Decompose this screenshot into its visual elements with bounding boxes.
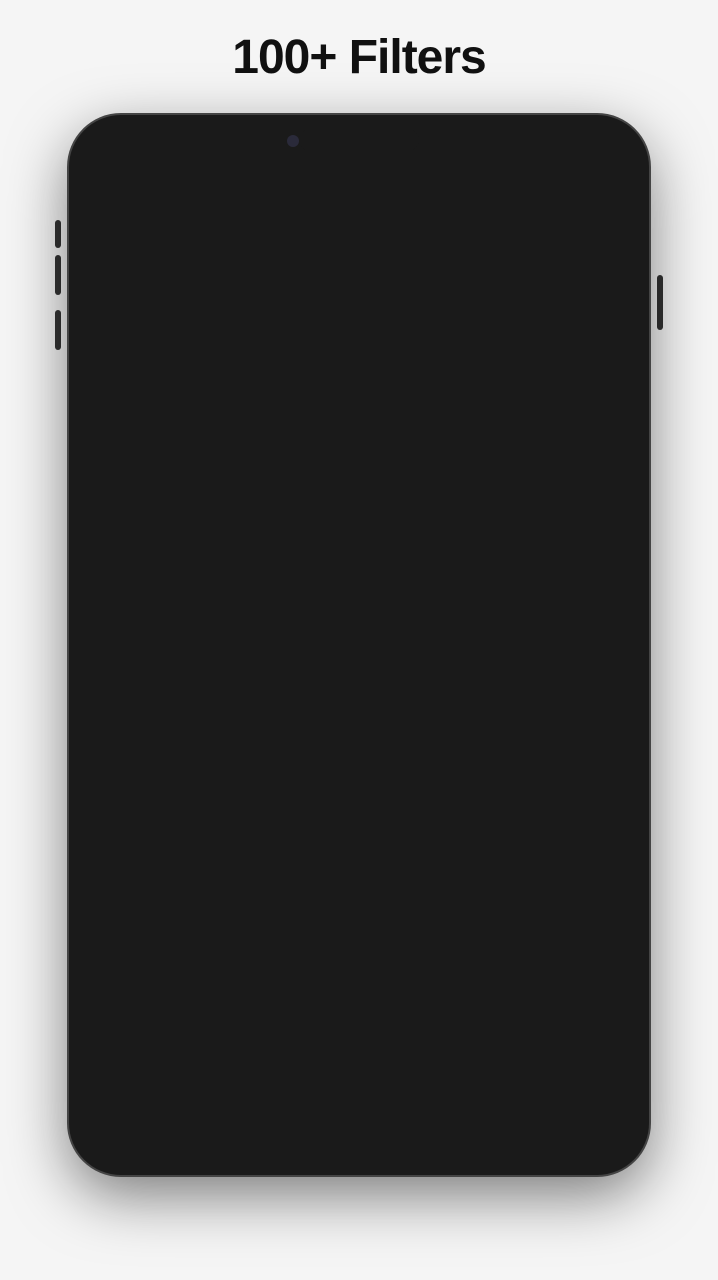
tool-shadow[interactable]: S Shad bbox=[593, 959, 637, 1026]
phone-mockup: Brightness Contrast bbox=[69, 115, 649, 1175]
filter-original[interactable]: Original bbox=[87, 1034, 183, 1149]
filter-bright-label: Bright bbox=[217, 1134, 251, 1149]
warmth-label: Warmth bbox=[276, 1007, 321, 1022]
filters-row: Original bbox=[81, 1026, 637, 1155]
phone-screen: Brightness Contrast bbox=[81, 127, 637, 1163]
svg-text:S: S bbox=[636, 977, 637, 991]
power-button bbox=[657, 275, 663, 330]
fade-label: Fade bbox=[452, 1007, 482, 1022]
filter-original-label: Original bbox=[113, 1134, 158, 1149]
warmth-icon bbox=[279, 963, 319, 1003]
filter-story-label: Story bbox=[318, 1134, 348, 1149]
filter-bright-thumb bbox=[186, 1034, 282, 1130]
filter-dark-label: Dark bbox=[418, 1134, 445, 1149]
shadow-label: Shad bbox=[620, 1007, 637, 1022]
shadow-icon: S bbox=[615, 963, 637, 1003]
mute-button bbox=[55, 220, 61, 248]
filter-sk1-label: SK-1 bbox=[616, 1134, 637, 1149]
filter-story-thumb bbox=[285, 1034, 381, 1130]
page-title: 100+ Filters bbox=[232, 30, 486, 85]
highlight-icon: H bbox=[531, 963, 571, 1003]
fade-icon bbox=[447, 963, 487, 1003]
tool-contrast[interactable]: Contrast bbox=[173, 959, 257, 1026]
tool-highlight[interactable]: H Highlight bbox=[509, 959, 593, 1026]
volume-up-button bbox=[55, 255, 61, 295]
volume-down-button bbox=[55, 310, 61, 350]
saturation-label: Saturation bbox=[353, 1007, 412, 1022]
contrast-label: Contrast bbox=[190, 1007, 239, 1022]
filter-a1[interactable]: A-1 bbox=[483, 1034, 579, 1149]
highlight-label: Highlight bbox=[526, 1007, 577, 1022]
tool-warmth[interactable]: Warmth bbox=[257, 959, 341, 1026]
filter-dark-thumb bbox=[384, 1034, 480, 1130]
tool-brightness[interactable]: Brightness bbox=[89, 959, 173, 1026]
photo-area bbox=[81, 127, 637, 943]
filter-a1-thumb bbox=[483, 1034, 579, 1130]
controls-area: Brightness Contrast bbox=[81, 943, 637, 1163]
tool-saturation[interactable]: Saturation bbox=[341, 959, 425, 1026]
tool-fade[interactable]: Fade bbox=[425, 959, 509, 1026]
tools-row: Brightness Contrast bbox=[81, 959, 637, 1026]
filter-a1-label: A-1 bbox=[521, 1134, 541, 1149]
svg-text:H: H bbox=[546, 975, 556, 991]
filter-bright[interactable]: Bright bbox=[186, 1034, 282, 1149]
brightness-label: Brightness bbox=[100, 1007, 161, 1022]
brightness-icon bbox=[111, 963, 151, 1003]
filter-story[interactable]: Story bbox=[285, 1034, 381, 1149]
saturation-icon bbox=[363, 963, 403, 1003]
filter-sk1[interactable]: SK-1 bbox=[582, 1034, 637, 1149]
filter-original-thumb bbox=[87, 1034, 183, 1130]
contrast-icon bbox=[195, 963, 235, 1003]
filter-sk1-thumb bbox=[582, 1034, 637, 1130]
filter-dark[interactable]: Dark bbox=[384, 1034, 480, 1149]
